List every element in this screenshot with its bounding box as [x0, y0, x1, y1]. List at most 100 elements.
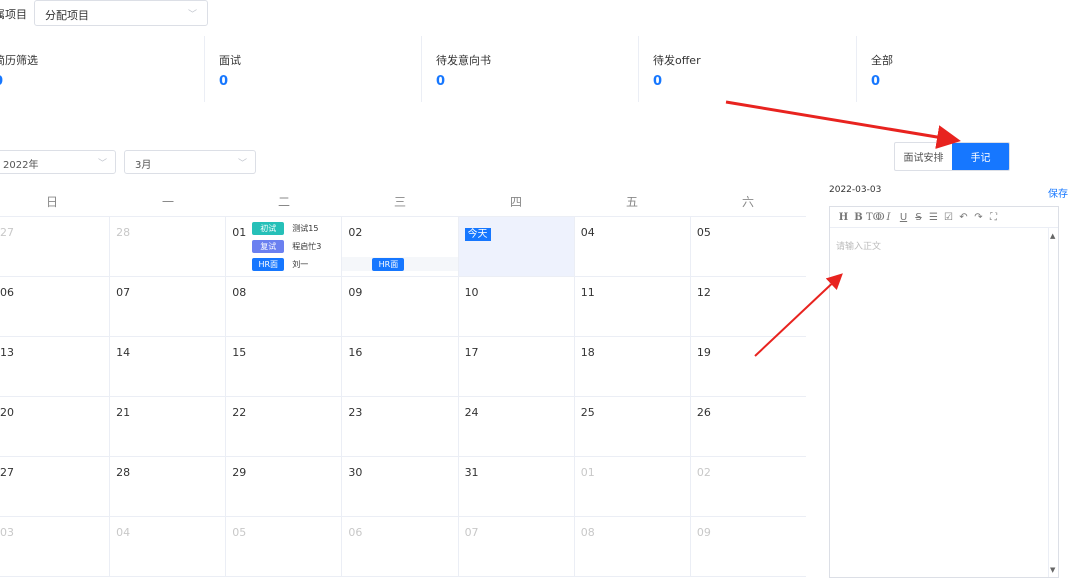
bold-icon[interactable]: B	[851, 212, 866, 223]
calendar-day[interactable]: 04	[110, 517, 227, 576]
calendar-day[interactable]: 10	[459, 277, 575, 336]
event-tag: HR面	[372, 258, 405, 271]
calendar-day[interactable]: 07	[110, 277, 227, 336]
event-name: 测试15	[292, 224, 319, 233]
view-toggle: 面试安排 手记	[894, 142, 1010, 171]
calendar-week: 27 28 01 初试 测试15 复试 程启忙3 HR面 刘一 02 HR面 今…	[0, 217, 806, 277]
calendar-grid: 27 28 01 初试 测试15 复试 程启忙3 HR面 刘一 02 HR面 今…	[0, 216, 806, 577]
calendar-day[interactable]: 30	[342, 457, 459, 516]
calendar-day[interactable]: 21	[110, 397, 227, 456]
calendar-day[interactable]: 12	[691, 277, 806, 336]
interview-event[interactable]: HR面	[372, 258, 405, 271]
calendar-day-today[interactable]: 今天	[458, 217, 575, 276]
chevron-down-icon: ﹀	[187, 10, 197, 20]
project-filter-label: 属项目	[0, 8, 27, 21]
heading-icon[interactable]: H	[836, 212, 851, 223]
calendar-day[interactable]: 09	[342, 277, 459, 336]
schedule-tab-button[interactable]: 面试安排	[895, 143, 952, 170]
scroll-up-icon[interactable]: ▲	[1050, 232, 1055, 240]
calendar-day[interactable]: 23	[342, 397, 459, 456]
weekday-label: 三	[393, 195, 406, 209]
calendar-day[interactable]: 19	[691, 337, 806, 396]
calendar-day[interactable]: 27	[0, 217, 111, 276]
calendar-day[interactable]: 15	[226, 337, 343, 396]
interview-event[interactable]: HR面 刘一	[252, 258, 308, 271]
redo-icon[interactable]: ↷	[971, 212, 986, 223]
calendar-day[interactable]: 02 HR面	[342, 217, 459, 276]
calendar-day[interactable]: 27	[0, 457, 111, 516]
weekday-label: 日	[45, 195, 58, 209]
notes-tab-button[interactable]: 手记	[952, 143, 1009, 170]
font-size-icon[interactable]: Tↂ	[866, 212, 885, 223]
interview-event[interactable]: 复试 程启忙3	[252, 240, 321, 253]
calendar-day[interactable]: 28	[110, 457, 227, 516]
calendar-day[interactable]: 11	[575, 277, 691, 336]
weekday-label: 四	[509, 195, 522, 209]
event-tag: 初试	[252, 222, 285, 235]
calendar-day[interactable]: 13	[0, 337, 111, 396]
calendar-day[interactable]: 06	[342, 517, 459, 576]
fullscreen-icon[interactable]: ⛶	[986, 212, 1001, 223]
calendar-day[interactable]: 05	[691, 217, 806, 276]
calendar-week: 06 07 08 09 10 11 12	[0, 277, 806, 337]
stat-resume-screening[interactable]: 简历筛选 0	[0, 36, 204, 102]
stat-all[interactable]: 全部 0	[856, 36, 1080, 102]
arrow-to-notes-button	[725, 100, 961, 149]
checkbox-icon[interactable]: ☑	[941, 212, 956, 223]
chevron-down-icon: ﹀	[97, 159, 107, 169]
calendar-day[interactable]: 02	[691, 457, 806, 516]
calendar-day[interactable]: 01 初试 测试15 复试 程启忙3 HR面 刘一	[226, 217, 343, 276]
calendar-week: 20 21 22 23 24 25 26	[0, 397, 806, 457]
calendar-week: 13 14 15 16 17 18 19	[0, 337, 806, 397]
calendar-day[interactable]: 29	[226, 457, 343, 516]
calendar-day[interactable]: 26	[691, 397, 806, 456]
scroll-down-icon[interactable]: ▼	[1050, 566, 1055, 574]
chevron-down-icon: ﹀	[237, 159, 247, 169]
interview-event[interactable]: 初试 测试15	[252, 222, 318, 235]
calendar-day[interactable]: 25	[575, 397, 691, 456]
year-select[interactable]: 2022年 ﹀	[0, 150, 116, 174]
calendar-day[interactable]: 22	[226, 397, 343, 456]
event-name: 刘一	[292, 260, 309, 269]
calendar-day[interactable]: 01	[575, 457, 691, 516]
list-icon[interactable]: ☰	[926, 212, 941, 223]
calendar-day[interactable]: 14	[110, 337, 227, 396]
calendar-day[interactable]: 08	[575, 517, 691, 576]
calendar-day[interactable]: 06	[0, 277, 111, 336]
calendar-day[interactable]: 16	[342, 337, 459, 396]
undo-icon[interactable]: ↶	[956, 212, 971, 223]
weekday-header: 日 一 二 三 四 五 六	[0, 188, 806, 216]
calendar-day[interactable]: 24	[459, 397, 575, 456]
calendar-day[interactable]: 09	[691, 517, 806, 576]
calendar-day[interactable]: 08	[226, 277, 343, 336]
calendar-day[interactable]: 20	[0, 397, 111, 456]
month-select[interactable]: 3月 ﹀	[124, 150, 256, 174]
italic-icon[interactable]: I	[881, 212, 896, 223]
underline-icon[interactable]: U	[896, 212, 911, 223]
project-select[interactable]: 分配项目 ﹀	[34, 0, 208, 26]
calendar-week: 03 04 05 06 07 08 09	[0, 517, 806, 577]
calendar-day[interactable]: 18	[575, 337, 691, 396]
note-editor[interactable]: H B Tↂ I U S ☰ ☑ ↶ ↷ ⛶ 请输入正文 ▲ ▼	[829, 206, 1059, 578]
calendar-day[interactable]: 07	[459, 517, 575, 576]
weekday-label: 五	[625, 195, 638, 209]
note-date: 2022-03-03	[829, 185, 882, 195]
save-button[interactable]: 保存	[1048, 185, 1068, 200]
stat-pending-offer[interactable]: 待发offer 0	[638, 36, 856, 102]
stat-pending-intent-letter[interactable]: 待发意向书 0	[421, 36, 638, 102]
editor-scrollbar[interactable]: ▲ ▼	[1048, 228, 1058, 577]
calendar-day[interactable]: 05	[226, 517, 343, 576]
calendar-day[interactable]: 17	[459, 337, 575, 396]
editor-placeholder: 请输入正文	[836, 242, 882, 252]
stat-interview[interactable]: 面试 0	[204, 36, 421, 102]
calendar-day[interactable]: 04	[575, 217, 691, 276]
calendar-day[interactable]: 31	[459, 457, 575, 516]
calendar-day[interactable]: 28	[110, 217, 227, 276]
stats-bar: 简历筛选 0 面试 0 待发意向书 0 待发offer 0 全部 0	[0, 36, 1080, 102]
weekday-label: 六	[741, 195, 754, 209]
calendar-day[interactable]: 03	[0, 517, 111, 576]
calendar-week: 27 28 29 30 31 01 02	[0, 457, 806, 517]
event-tag: HR面	[252, 258, 285, 271]
strikethrough-icon[interactable]: S	[911, 212, 926, 223]
event-name: 程启忙3	[292, 242, 322, 251]
